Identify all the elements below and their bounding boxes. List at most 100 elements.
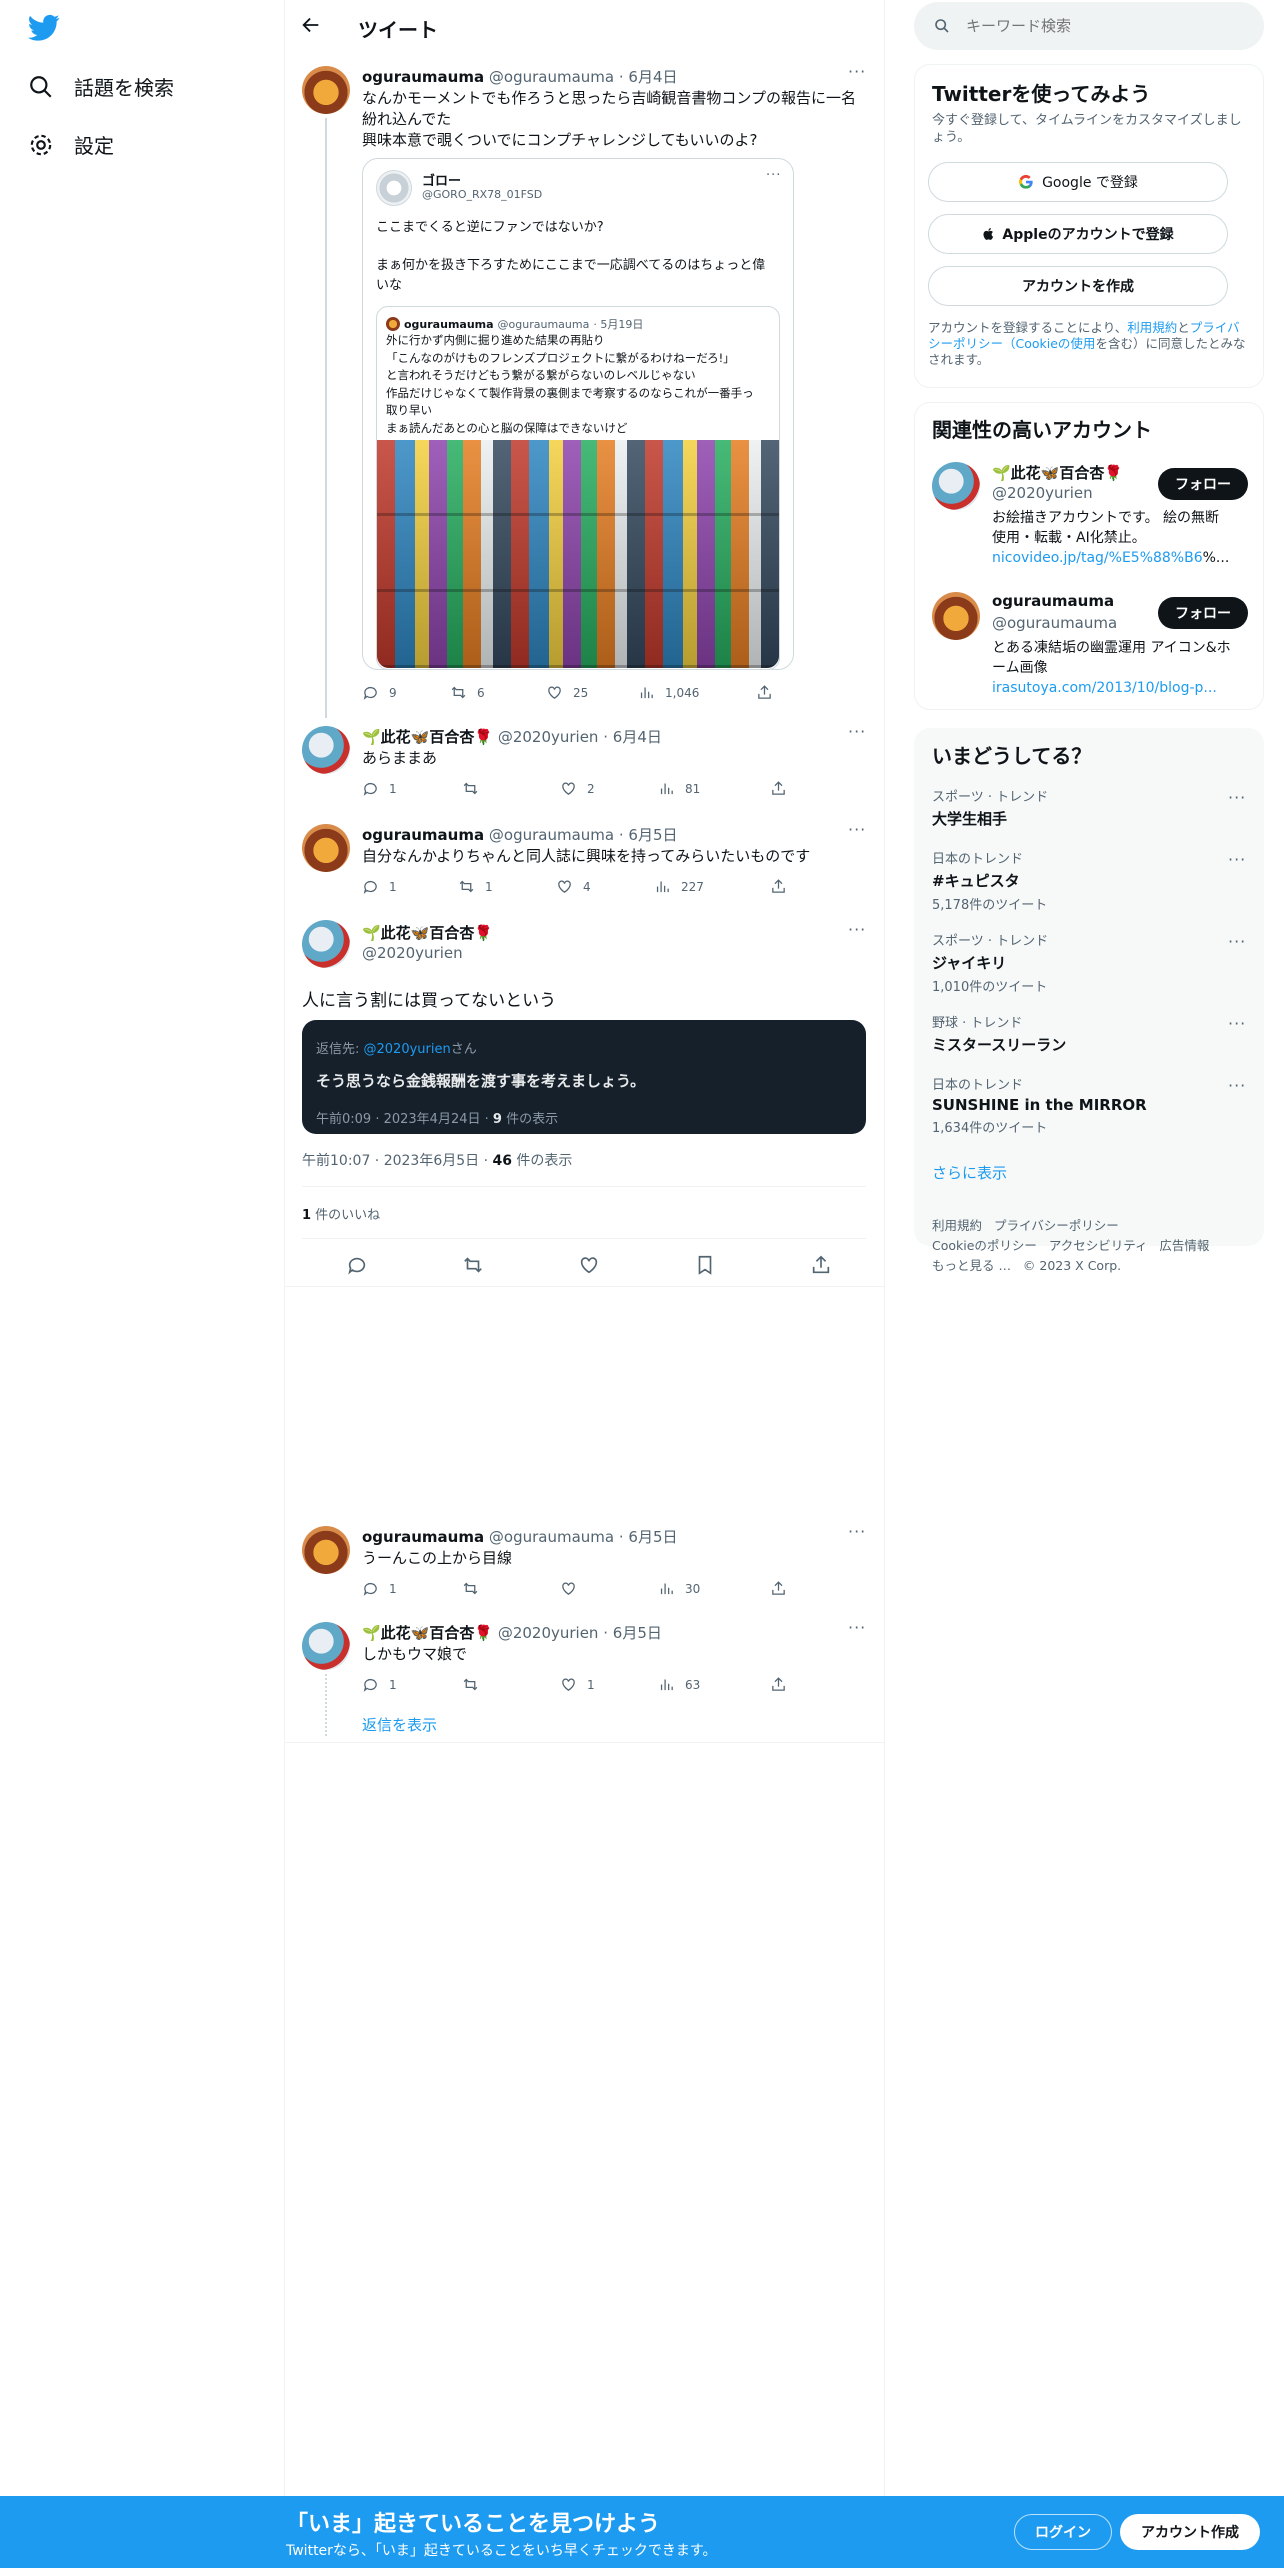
avatar[interactable] [386,317,400,331]
bookshelf-photo[interactable] [377,440,779,668]
more-icon[interactable]: ··· [848,1522,866,1541]
more-icon[interactable]: ··· [766,168,781,183]
trend-item[interactable]: 日本のトレンド SUNSHINE in the MIRROR 1,634件のツイ… [932,1074,1262,1136]
account-handle[interactable]: @2020yurien [992,484,1093,502]
google-signup-button[interactable]: Google で登録 [928,162,1228,202]
tweet-date[interactable]: · 6月5日 [619,826,678,844]
more-icon[interactable]: ··· [848,62,866,81]
heart-icon[interactable] [578,1254,600,1276]
footer-link[interactable]: アクセシビリティ [1049,1238,1148,1253]
tweet-timestamp[interactable]: 午前10:07 · 2023年6月5日 · [302,1153,493,1169]
nav-settings[interactable]: 設定 [28,130,114,159]
show-more-trends-link[interactable]: さらに表示 [932,1162,1007,1183]
more-icon[interactable]: ··· [1228,1014,1246,1033]
account-name[interactable]: oguraumauma [992,592,1114,610]
author-handle[interactable]: @oguraumauma [489,826,614,844]
author-handle[interactable]: @2020yurien [362,944,463,962]
author-name[interactable]: 🌱此花🦋百合杏🌹 [362,1624,493,1642]
author-name[interactable]: oguraumauma [362,826,484,844]
trend-item[interactable]: スポーツ · トレンド 大学生相手 [932,786,1262,829]
trend-item[interactable]: 野球 · トレンド ミスタースリーラン [932,1012,1262,1055]
avatar[interactable] [302,1526,350,1574]
author-name[interactable]: 🌱此花🦋百合杏🌹 [362,728,493,746]
tweet-date[interactable]: · 6月4日 [603,728,662,746]
quote-author-name[interactable]: ゴロー [422,170,461,189]
quote-author-handle[interactable]: @GORO_RX78_01FSD [422,188,542,201]
author-name[interactable]: 🌱此花🦋百合杏🌹 [362,922,493,943]
share-button[interactable] [770,780,787,797]
share-button[interactable] [770,1676,787,1693]
share-button[interactable] [770,1580,787,1597]
footer-link[interactable]: 広告情報 [1159,1238,1209,1253]
login-button[interactable]: ログイン [1014,2514,1112,2550]
retweet-button[interactable]: 6 [450,684,546,701]
retweet-button[interactable] [462,1580,560,1597]
account-name[interactable]: 🌱此花🦋百合杏🌹 [992,462,1123,483]
like-button[interactable]: 25 [546,684,638,701]
back-arrow-icon[interactable] [300,14,322,41]
author-handle[interactable]: @oguraumauma [498,318,590,331]
show-replies-link[interactable]: 返信を表示 [362,1714,437,1735]
bio-link[interactable]: irasutoya.com/2013/10/blog-p... [992,678,1254,698]
more-icon[interactable]: ··· [848,1618,866,1637]
search-box[interactable] [914,2,1264,50]
more-icon[interactable]: ··· [1228,850,1246,869]
reply-button[interactable]: 1 [362,780,462,797]
note-handle-link[interactable]: @2020yurien [364,1042,451,1057]
author-handle[interactable]: @2020yurien [498,728,599,746]
share-button[interactable] [770,878,787,895]
trend-item[interactable]: スポーツ · トレンド ジャイキリ 1,010件のツイート [932,930,1262,995]
retweet-button[interactable]: 1 [458,878,556,895]
footer-link[interactable]: Cookieのポリシー [932,1238,1037,1253]
footer-link[interactable]: プライバシーポリシー [994,1218,1119,1233]
avatar[interactable] [302,824,350,872]
more-icon[interactable]: ··· [848,920,866,939]
views-button[interactable]: 81 [658,780,770,797]
twitter-logo-icon[interactable] [28,14,60,46]
tweet-date[interactable]: · 6月5日 [603,1624,662,1642]
reply-button[interactable]: 1 [362,878,458,895]
more-icon[interactable]: ··· [848,820,866,839]
author-name[interactable]: oguraumauma [404,318,494,331]
follow-button[interactable]: フォロー [1158,597,1248,629]
views-button[interactable]: 1,046 [638,684,756,701]
avatar[interactable] [376,170,412,206]
like-summary[interactable]: 1 件のいいね [302,1204,380,1223]
reply-icon[interactable] [346,1254,368,1276]
author-name[interactable]: oguraumauma [362,68,484,86]
note-time[interactable]: 午前0:09 · 2023年4月24日 · [316,1112,493,1127]
reply-button[interactable]: 1 [362,1676,462,1693]
footer-more-link[interactable]: もっと見る … [932,1258,1011,1273]
author-handle[interactable]: @oguraumauma [489,1528,614,1546]
views-button[interactable]: 63 [658,1676,770,1693]
more-icon[interactable]: ··· [848,722,866,741]
like-button[interactable]: 2 [560,780,658,797]
reply-button[interactable]: 1 [362,1580,462,1597]
avatar[interactable] [302,726,350,774]
avatar[interactable] [302,66,350,114]
like-button[interactable]: 4 [556,878,654,895]
more-icon[interactable]: ··· [1228,1076,1246,1095]
avatar[interactable] [932,592,980,640]
avatar[interactable] [302,1622,350,1670]
terms-link[interactable]: 利用規約 [1127,320,1177,335]
retweet-button[interactable] [462,1676,560,1693]
like-button[interactable]: 1 [560,1676,658,1693]
bio-link[interactable]: nicovideo.jp/tag/%E5%88%B6 [992,550,1203,566]
more-icon[interactable]: ··· [1228,788,1246,807]
signup-button[interactable]: アカウント作成 [1120,2514,1260,2550]
account-handle[interactable]: @oguraumauma [992,614,1117,632]
avatar[interactable] [932,462,980,510]
views-button[interactable]: 30 [658,1580,770,1597]
retweet-button[interactable] [462,780,560,797]
avatar[interactable] [302,920,350,968]
retweet-icon[interactable] [462,1254,484,1276]
apple-signup-button[interactable]: Appleのアカウントで登録 [928,214,1228,254]
share-icon[interactable] [810,1254,832,1276]
like-button[interactable] [560,1580,658,1597]
community-note-card[interactable]: 返信先: @2020yurienさん そう思うなら金銭報酬を渡す事を考えましょう… [302,1020,866,1134]
tweet-date[interactable]: · 6月5日 [619,1528,678,1546]
author-name[interactable]: oguraumauma [362,1528,484,1546]
author-handle[interactable]: @oguraumauma [489,68,614,86]
share-button[interactable] [756,684,773,701]
